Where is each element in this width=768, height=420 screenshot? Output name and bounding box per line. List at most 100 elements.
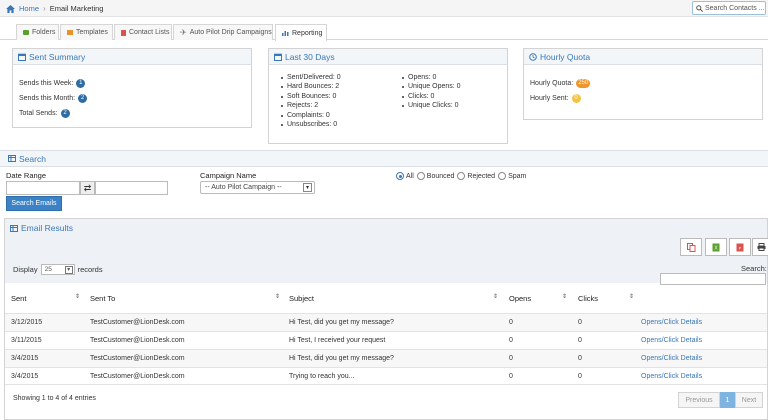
stat-complaints: Complaints: 0 (281, 111, 341, 120)
sent-summary-header: Sent Summary (13, 49, 251, 65)
copy-button[interactable] (680, 238, 702, 256)
opens-click-details-link[interactable]: Opens/Click Details (641, 337, 702, 344)
calendar-icon (274, 53, 282, 61)
chevron-right-icon: › (43, 4, 46, 13)
tab-reporting-label: Reporting (292, 29, 323, 37)
display-label: Display (13, 265, 38, 274)
export-excel-button[interactable]: X (705, 238, 727, 256)
tab-folders-label: Folders (32, 29, 56, 36)
sort-icon[interactable]: ⇕ (562, 293, 567, 300)
hourly-quota-label: Hourly Quota: (530, 80, 574, 87)
date-range-end-input[interactable] (95, 181, 168, 195)
status-radio-group: All Bounced Rejected Spam (396, 172, 526, 180)
tab-contact-lists[interactable]: Contact Lists (114, 24, 172, 40)
column-opens-header[interactable]: Opens (509, 294, 531, 303)
column-sent-to-header[interactable]: Sent To (90, 294, 115, 303)
top-bar: Home › Email Marketing Search Contacts .… (0, 0, 768, 17)
chevron-down-icon: ▾ (64, 265, 73, 274)
svg-text:P: P (739, 245, 742, 250)
opens-click-details-link[interactable]: Opens/Click Details (641, 373, 702, 380)
chevron-down-icon: ▾ (303, 183, 312, 192)
clock-icon (529, 52, 537, 61)
pager-page-1-button[interactable]: 1 (720, 392, 735, 408)
tab-templates-label: Templates (76, 29, 108, 36)
cell-clicks: 0 (578, 355, 582, 362)
opens-click-details-link[interactable]: Opens/Click Details (641, 319, 702, 326)
last-30-days-header: Last 30 Days (269, 49, 507, 65)
folder-icon (23, 30, 29, 35)
stat-unique-clicks: Unique Clicks: 0 (402, 101, 461, 110)
cell-clicks: 0 (578, 337, 582, 344)
stat-soft-bounces: Soft Bounces: 0 (281, 92, 341, 101)
export-pdf-button[interactable]: P (729, 238, 751, 256)
search-emails-button[interactable]: Search Emails (6, 196, 62, 211)
search-section-title: Search (19, 153, 46, 164)
radio-all[interactable] (396, 172, 404, 180)
contact-search-input[interactable]: Search Contacts ... (692, 1, 766, 15)
sends-month-label: Sends this Month: (19, 95, 76, 102)
column-subject-header[interactable]: Subject (289, 294, 314, 303)
print-button[interactable] (752, 238, 768, 256)
total-sends-label: Total Sends: (19, 110, 58, 117)
breadcrumb-home-link[interactable]: Home (19, 4, 39, 13)
cell-sent-to: TestCustomer@LionDesk.com (90, 373, 185, 380)
cell-clicks: 0 (578, 373, 582, 380)
table-info: Showing 1 to 4 of 4 entries (13, 395, 96, 402)
table-search-input[interactable] (660, 273, 766, 285)
column-sent-header[interactable]: Sent (11, 294, 26, 303)
sort-icon[interactable]: ⇕ (275, 293, 280, 300)
cell-sent: 3/4/2015 (11, 355, 39, 362)
tab-templates[interactable]: Templates (60, 24, 113, 40)
tab-folders[interactable]: Folders (16, 24, 59, 40)
contact-search-placeholder: Search Contacts ... (705, 4, 765, 12)
cell-sent-to: TestCustomer@LionDesk.com (90, 355, 185, 362)
pager-next-button[interactable]: Next (735, 392, 763, 408)
cell-sent: 3/11/2015 (11, 337, 42, 344)
last-30-left-list: Sent/Delivered: 0 Hard Bounces: 2 Soft B… (281, 73, 341, 129)
date-range-start-input[interactable] (6, 181, 80, 195)
sends-week-badge: 1 (76, 79, 86, 88)
stat-unique-opens: Unique Opens: 0 (402, 82, 461, 91)
radio-all-label: All (406, 172, 414, 180)
radio-rejected[interactable] (457, 172, 466, 180)
sort-icon[interactable]: ⇕ (629, 293, 634, 300)
radio-spam[interactable] (498, 172, 507, 180)
tab-auto-pilot[interactable]: ✈ Auto Pilot Drip Campaigns (173, 24, 273, 40)
column-clicks-header[interactable]: Clicks (578, 294, 598, 303)
pager-previous-button[interactable]: Previous (678, 392, 720, 408)
hourly-quota-row: Hourly Quota: 250 (530, 79, 591, 88)
search-icon (696, 4, 703, 12)
radio-rejected-label: Rejected (467, 172, 496, 180)
radio-bounced[interactable] (416, 172, 425, 180)
home-icon (6, 4, 15, 13)
print-icon (757, 243, 765, 251)
campaign-select[interactable]: -- Auto Pilot Campaign -- ▾ (200, 181, 315, 194)
date-range-label: Date Range (6, 171, 47, 180)
pdf-icon: P (736, 243, 744, 251)
sends-month-badge: 2 (78, 94, 88, 103)
sort-icon[interactable]: ⇕ (493, 293, 498, 300)
copy-icon (686, 242, 695, 252)
opens-click-details-link[interactable]: Opens/Click Details (641, 355, 702, 362)
stat-unsubscribes: Unsubscribes: 0 (281, 120, 341, 129)
tab-reporting[interactable]: Reporting (275, 24, 327, 41)
email-results-title: Email Results (21, 223, 73, 233)
cell-sent: 3/12/2015 (11, 319, 43, 326)
cell-subject: Trying to reach you... (289, 373, 355, 380)
cell-sent-to: TestCustomer@LionDesk.com (90, 319, 185, 326)
cell-clicks: 0 (578, 319, 582, 326)
envelope-icon (67, 30, 73, 35)
email-results-toolbar: Email Results X P Display 25 ▾ records S… (5, 219, 768, 285)
hourly-sent-row: Hourly Sent: 0 (530, 94, 581, 103)
swap-arrows-icon[interactable]: ⇄ (80, 181, 95, 195)
display-length-select[interactable]: 25 ▾ (40, 264, 75, 275)
excel-icon: X (712, 243, 720, 251)
bar-chart-icon (282, 31, 289, 36)
email-results-header: Email Results (10, 223, 73, 233)
cell-subject: Hi Test, I received your request (289, 337, 386, 344)
breadcrumb: Home › Email Marketing (6, 3, 103, 14)
sort-icon[interactable]: ⇕ (75, 293, 80, 300)
total-sends-badge: 2 (60, 109, 70, 118)
campaign-name-label: Campaign Name (200, 171, 257, 180)
hourly-sent-badge: 0 (571, 94, 581, 103)
